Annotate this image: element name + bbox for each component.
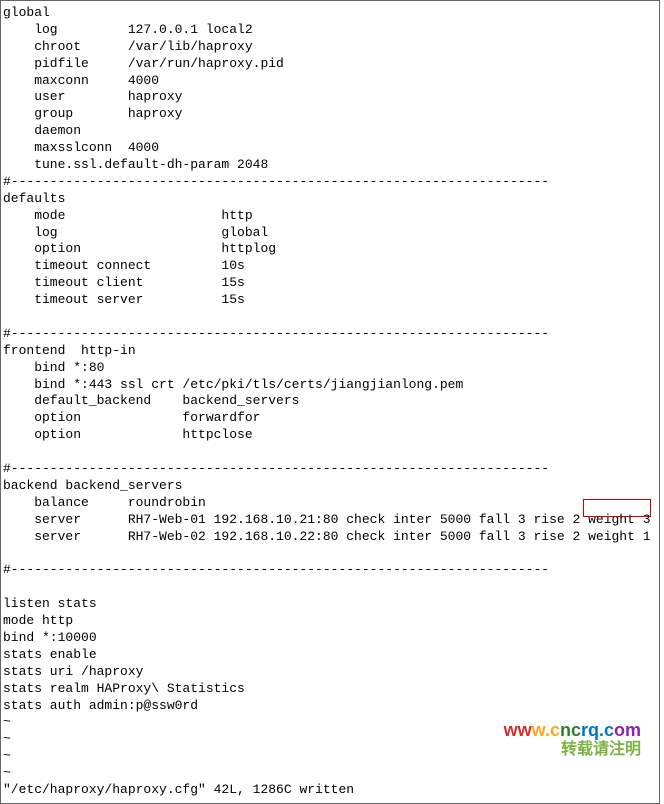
section-backend-line: server RH7-Web-02 192.168.10.22:80 check… <box>3 529 657 546</box>
vim-empty-line: ~ <box>3 731 657 748</box>
vim-empty-line: ~ <box>3 765 657 782</box>
section-frontend-line: option httpclose <box>3 427 657 444</box>
separator: #---------------------------------------… <box>3 326 657 343</box>
section-frontend-header: frontend http-in <box>3 343 657 360</box>
section-listen-line: stats auth admin:p@ssw0rd <box>3 698 657 715</box>
section-global-line: maxconn 4000 <box>3 73 657 90</box>
section-listen-line: stats realm HAProxy\ Statistics <box>3 681 657 698</box>
config-file-view: global log 127.0.0.1 local2 chroot /var/… <box>0 0 660 804</box>
separator: #---------------------------------------… <box>3 174 657 191</box>
section-defaults-line: timeout server 15s <box>3 292 657 309</box>
section-defaults-line: log global <box>3 225 657 242</box>
section-listen-line: stats enable <box>3 647 657 664</box>
blank-line <box>3 546 657 563</box>
section-frontend-line: bind *:443 ssl crt /etc/pki/tls/certs/ji… <box>3 377 657 394</box>
section-frontend-line: bind *:80 <box>3 360 657 377</box>
vim-status-line: "/etc/haproxy/haproxy.cfg" 42L, 1286C wr… <box>3 782 657 799</box>
section-frontend-line: default_backend backend_servers <box>3 393 657 410</box>
section-listen-line: mode http <box>3 613 657 630</box>
section-backend-line: balance roundrobin <box>3 495 657 512</box>
section-listen-line: stats uri /haproxy <box>3 664 657 681</box>
section-global-line: chroot /var/lib/haproxy <box>3 39 657 56</box>
section-global-line: log 127.0.0.1 local2 <box>3 22 657 39</box>
section-global-header: global <box>3 5 657 22</box>
blank-line <box>3 309 657 326</box>
separator: #---------------------------------------… <box>3 461 657 478</box>
section-defaults-line: option httplog <box>3 241 657 258</box>
section-global-line: group haproxy <box>3 106 657 123</box>
section-backend-header: backend backend_servers <box>3 478 657 495</box>
section-global-line: daemon <box>3 123 657 140</box>
separator: #---------------------------------------… <box>3 562 657 579</box>
section-global-line: user haproxy <box>3 89 657 106</box>
section-defaults-line: mode http <box>3 208 657 225</box>
section-global-line: tune.ssl.default-dh-param 2048 <box>3 157 657 174</box>
vim-empty-line: ~ <box>3 714 657 731</box>
blank-line <box>3 579 657 596</box>
section-frontend-line: option forwardfor <box>3 410 657 427</box>
section-global-line: pidfile /var/run/haproxy.pid <box>3 56 657 73</box>
blank-line <box>3 444 657 461</box>
section-listen-line: bind *:10000 <box>3 630 657 647</box>
section-listen-line: listen stats <box>3 596 657 613</box>
section-defaults-line: timeout connect 10s <box>3 258 657 275</box>
section-global-line: maxsslconn 4000 <box>3 140 657 157</box>
section-backend-line: server RH7-Web-01 192.168.10.21:80 check… <box>3 512 657 529</box>
vim-empty-line: ~ <box>3 748 657 765</box>
section-defaults-header: defaults <box>3 191 657 208</box>
section-defaults-line: timeout client 15s <box>3 275 657 292</box>
